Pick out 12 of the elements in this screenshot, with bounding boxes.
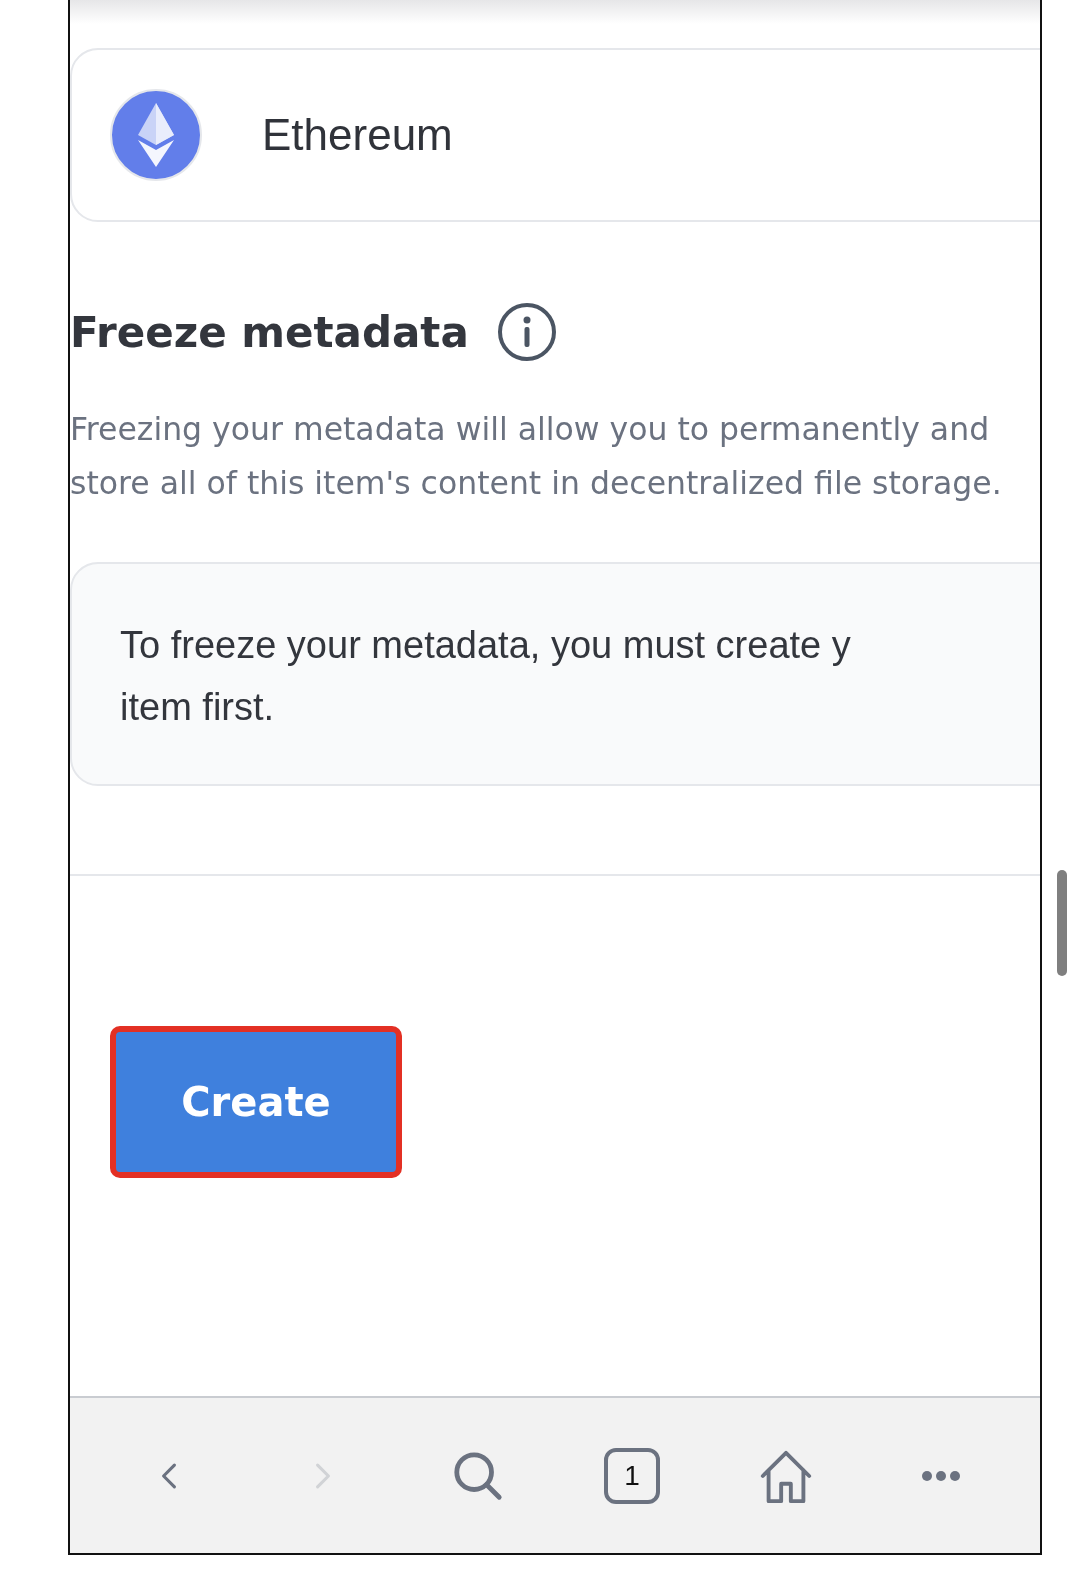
blockchain-card[interactable]: Ethereum: [70, 48, 1040, 222]
info-icon[interactable]: [496, 302, 557, 362]
more-icon[interactable]: [920, 1468, 961, 1483]
blockchain-name: Ethereum: [262, 110, 453, 160]
tabs-button[interactable]: 1: [604, 1447, 661, 1504]
section-heading: Freeze metadata: [70, 307, 469, 357]
section-description: Freezing your metadata will allow you to permanently and store all of this item's content in decentralized file storage.: [70, 410, 1003, 503]
scrollbar-thumb[interactable]: [1057, 870, 1067, 976]
create-button[interactable]: Create: [110, 1026, 402, 1178]
notice-text: item first.: [120, 685, 275, 730]
ethereum-icon: [110, 89, 202, 181]
notice-text: To freeze your metadata, you must create y: [120, 623, 851, 668]
